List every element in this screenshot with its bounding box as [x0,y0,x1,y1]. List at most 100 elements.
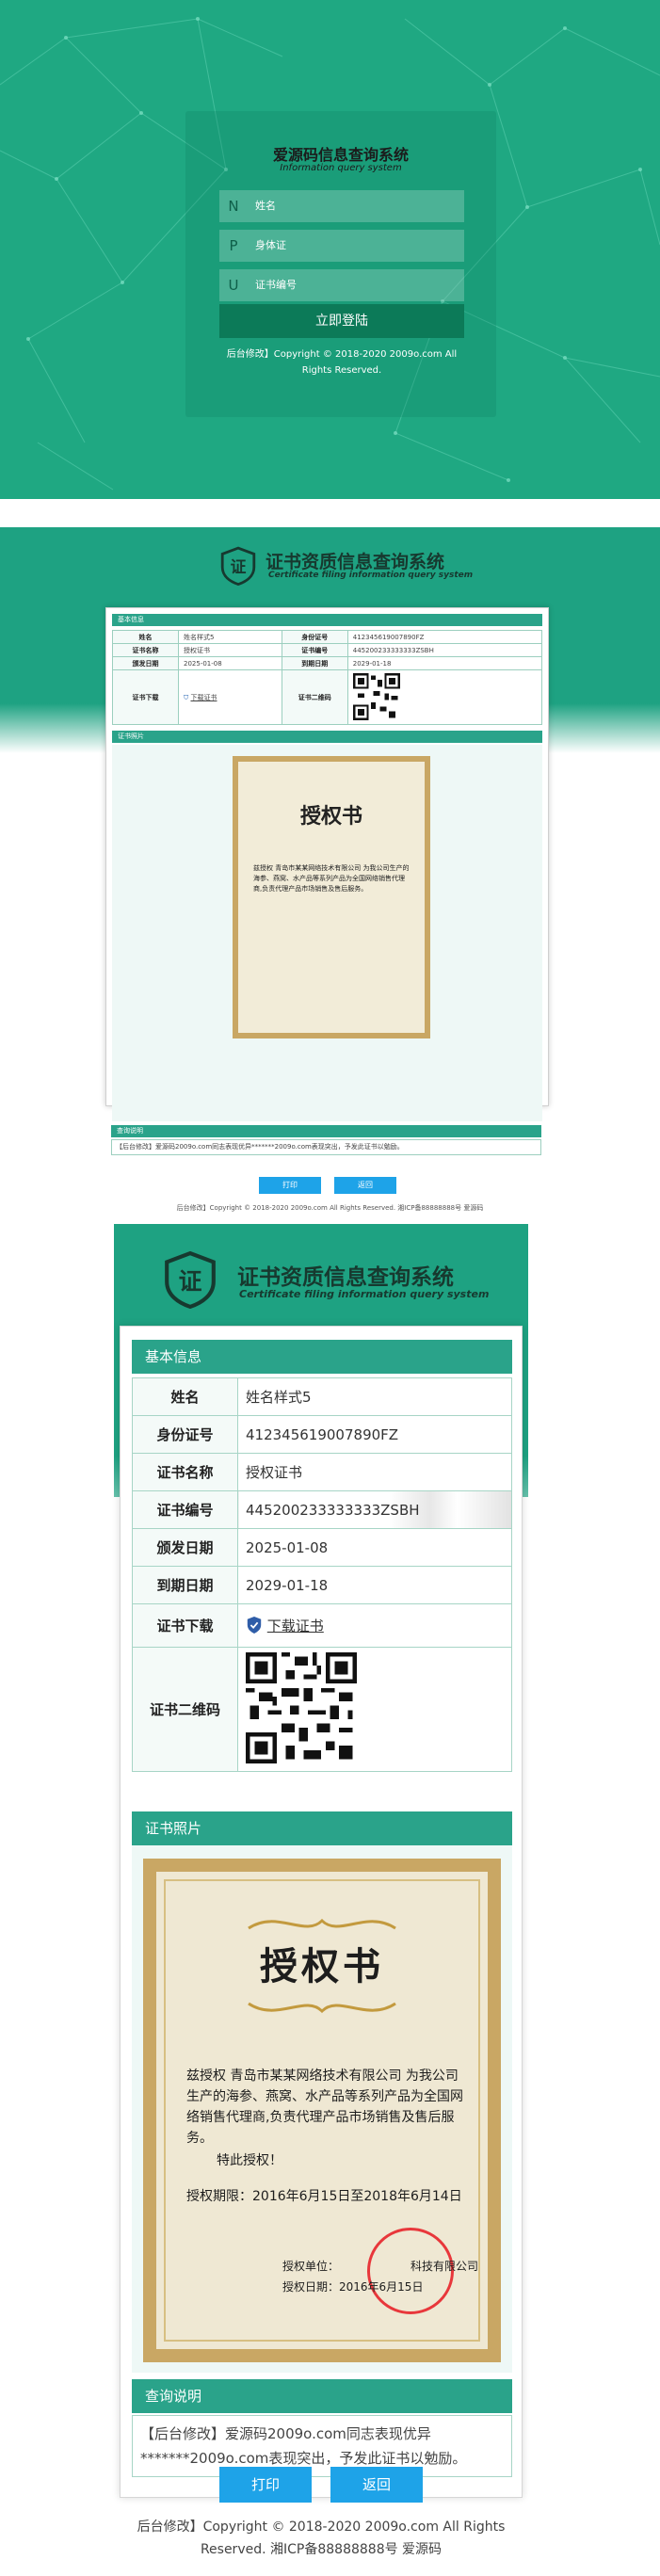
desktop-label: 到期日期 [281,656,348,670]
mobile-page: 证 证书资质信息查询系统 Certificate filing informat… [114,1224,528,2576]
row-label: 证书二维码 [132,1647,238,1772]
desktop-certificate-body: 兹授权 青岛市某某网络技术有限公司 为我公司生产的海参、燕窝、水产品等系列产品为… [253,864,410,893]
certificate-photo-area: 授权书 兹授权 青岛市某某网络技术有限公司 为我公司生产的海参、燕窝、水产品等系… [132,1845,512,2373]
shield-icon [247,1617,262,1634]
logo-char: 证 [179,1267,202,1295]
certificate-period: 授权期限：2016年6月15日至2018年6月14日 [186,2189,462,2204]
print-button[interactable]: 打印 [219,2467,312,2503]
table-row: 到期日期 2029-01-18 [132,1566,512,1604]
certificate-number-field-placeholder: 证书编号 [255,279,297,291]
login-copyright: 后台修改】Copyright © 2018-2020 2009o.com All… [226,349,458,376]
basic-info-header: 基本信息 [132,1340,512,1374]
qr-code-icon [246,1651,357,1763]
shield-icon: ⛉ [184,693,189,701]
certificate-number-field-icon: U [228,277,239,294]
desktop-label: 证书名称 [112,643,179,657]
desktop-certificate-title: 授权书 [299,804,362,829]
certificate-unit-name: 科技有限公司 [410,2260,479,2273]
login-section: 爱源码信息查询系统 Information query system N 姓名 … [0,0,660,499]
desktop-label: 颁发日期 [112,656,179,670]
name-field[interactable]: N 姓名 [219,190,464,222]
certificate-number-field[interactable]: U 证书编号 [219,269,464,301]
row-value: 2029-01-18 [237,1566,512,1604]
desktop-qr-cell [346,669,543,725]
desktop-download-cell: ⛉ 下载证书 [178,669,282,725]
certificate-body: 兹授权 青岛市某某网络技术有限公司 为我公司生产的海参、燕窝、水产品等系列产品为… [186,2069,463,2146]
table-row: 身份证号 412345619007890FZ [132,1415,512,1454]
query-notes-header: 查询说明 [132,2379,512,2413]
certificate-photo-header: 证书照片 [132,1811,512,1845]
qr-code-icon [352,672,400,720]
certificate-unit-label: 授权单位： [282,2260,340,2273]
query-notes-text: 【后台修改】爱源码2009o.com同志表现优异*******2009o.com… [132,2415,512,2477]
qr-cell [237,1647,512,1772]
desktop-basic-info-header: 基本信息 [112,614,542,626]
login-subtitle: Information query system [280,163,402,173]
desktop-value: 2029-01-18 [346,656,543,670]
row-value: 445200233333333ZSBH [237,1490,512,1529]
download-certificate-link[interactable]: 下载证书 [267,1618,324,1634]
row-label: 颁发日期 [132,1528,238,1567]
desktop-back-button[interactable]: 返回 [334,1177,396,1194]
desktop-label: 证书编号 [281,643,348,657]
desktop-basic-info-table: 姓名 姓名样式5 身份证号 412345619007890FZ 证书名称 授权证… [112,630,543,725]
desktop-info-panel: 基本信息 姓名 姓名样式5 身份证号 412345619007890FZ 证书名… [105,607,549,1121]
certificate-special: 特此授权！ [217,2153,282,2168]
desktop-label: 身份证号 [281,630,348,644]
desktop-value: 445200233333333ZSBH [346,643,543,657]
name-field-placeholder: 姓名 [255,200,276,212]
desktop-value: 2025-01-08 [178,656,282,670]
desktop-label: 证书下载 [112,669,179,725]
mobile-page-title: 证书资质信息查询系统 [237,1265,454,1290]
certificate-date: 授权日期：2016年6月15日 [282,2280,424,2294]
name-field-icon: N [228,198,239,215]
login-button[interactable]: 立即登陆 [219,304,464,338]
login-form: 爱源码信息查询系统 Information query system N 姓名 … [185,111,496,417]
certificate-shield-logo: 证 [220,546,256,586]
row-label: 证书名称 [132,1453,238,1491]
id-card-field[interactable]: P 身体证 [219,230,464,262]
table-row: 证书编号 445200233333333ZSBH [132,1490,512,1529]
logo-char: 证 [231,557,247,576]
page-footer: 后台修改】Copyright © 2018-2020 2009o.com All… [137,2520,506,2557]
desktop-value: 授权证书 [178,643,282,657]
desktop-certificate-image: 授权书 兹授权 青岛市某某网络技术有限公司 为我公司生产的海参、燕窝、水产品等系… [233,756,430,1038]
mobile-page-subtitle: Certificate filing information query sys… [239,1288,490,1300]
row-value: 412345619007890FZ [237,1415,512,1454]
desktop-notes-text: 【后台修改】爱源码2009o.com同志表现优异*******2009o.com… [111,1139,541,1155]
desktop-footer: 后台修改】Copyright © 2018-2020 2009o.com All… [176,1204,484,1212]
desktop-page-subtitle: Certificate filing information query sys… [268,571,474,580]
certificate-shield-logo: 证 [165,1250,216,1309]
basic-info-table: 姓名 姓名样式5 身份证号 412345619007890FZ 证书名称 授权证… [132,1377,512,1772]
desktop-label: 证书二维码 [281,669,348,725]
table-row: 证书名称 授权证书 [132,1453,512,1491]
row-value: 2025-01-08 [237,1528,512,1567]
row-value: 授权证书 [237,1453,512,1491]
table-row: 证书二维码 [132,1647,512,1772]
desktop-download-link[interactable]: 下载证书 [190,694,217,701]
table-row: 证书下载 下载证书 [132,1603,512,1648]
download-cell: 下载证书 [237,1603,512,1648]
mobile-info-panel: 基本信息 姓名 姓名样式5 身份证号 412345619007890FZ 证书名… [120,1326,523,2498]
row-label: 证书下载 [132,1603,238,1648]
row-label: 到期日期 [132,1566,238,1604]
id-card-field-icon: P [229,237,238,254]
desktop-notes-header: 查询说明 [111,1125,541,1137]
row-label: 身份证号 [132,1415,238,1454]
desktop-photo-area: 授权书 兹授权 青岛市某某网络技术有限公司 为我公司生产的海参、燕窝、水产品等系… [112,745,542,1121]
desktop-value: 姓名样式5 [178,630,282,644]
desktop-label: 姓名 [112,630,179,644]
row-label: 姓名 [132,1377,238,1416]
desktop-photo-header: 证书照片 [112,731,542,743]
id-card-field-placeholder: 身体证 [255,239,286,251]
desktop-print-button[interactable]: 打印 [259,1177,321,1194]
row-value: 姓名样式5 [237,1377,512,1416]
row-label: 证书编号 [132,1490,238,1529]
table-row: 姓名 姓名样式5 [132,1377,512,1416]
table-row: 颁发日期 2025-01-08 [132,1528,512,1567]
login-title: 爱源码信息查询系统 [272,146,409,164]
certificate-image: 授权书 兹授权 青岛市某某网络技术有限公司 为我公司生产的海参、燕窝、水产品等系… [143,1859,501,2362]
back-button[interactable]: 返回 [330,2467,423,2503]
desktop-value: 412345619007890FZ [346,630,543,644]
desktop-page-title: 证书资质信息查询系统 [266,552,445,572]
